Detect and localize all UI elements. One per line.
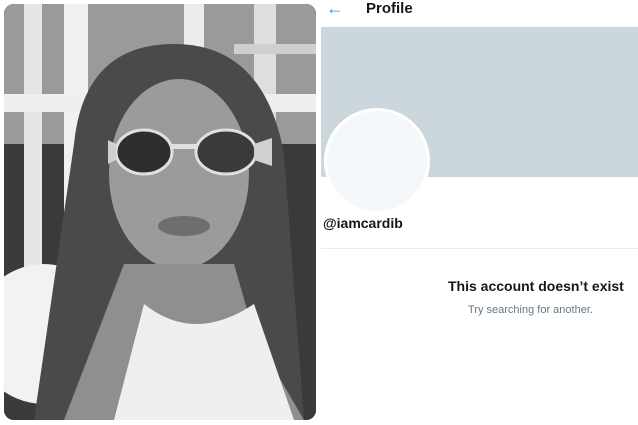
divider [321,248,638,249]
profile-panel: ← Profile @iamcardib This account doesn’… [318,0,638,425]
page-title: Profile [366,0,413,17]
account-missing-subtitle: Try searching for another. [468,304,593,316]
profile-photo-selfie [4,4,316,420]
avatar [324,108,430,214]
profile-handle: @iamcardib [323,215,403,231]
account-missing-title: This account doesn’t exist [448,278,624,294]
profile-header: ← Profile [318,0,638,26]
arrow-left-icon[interactable]: ← [326,0,344,19]
